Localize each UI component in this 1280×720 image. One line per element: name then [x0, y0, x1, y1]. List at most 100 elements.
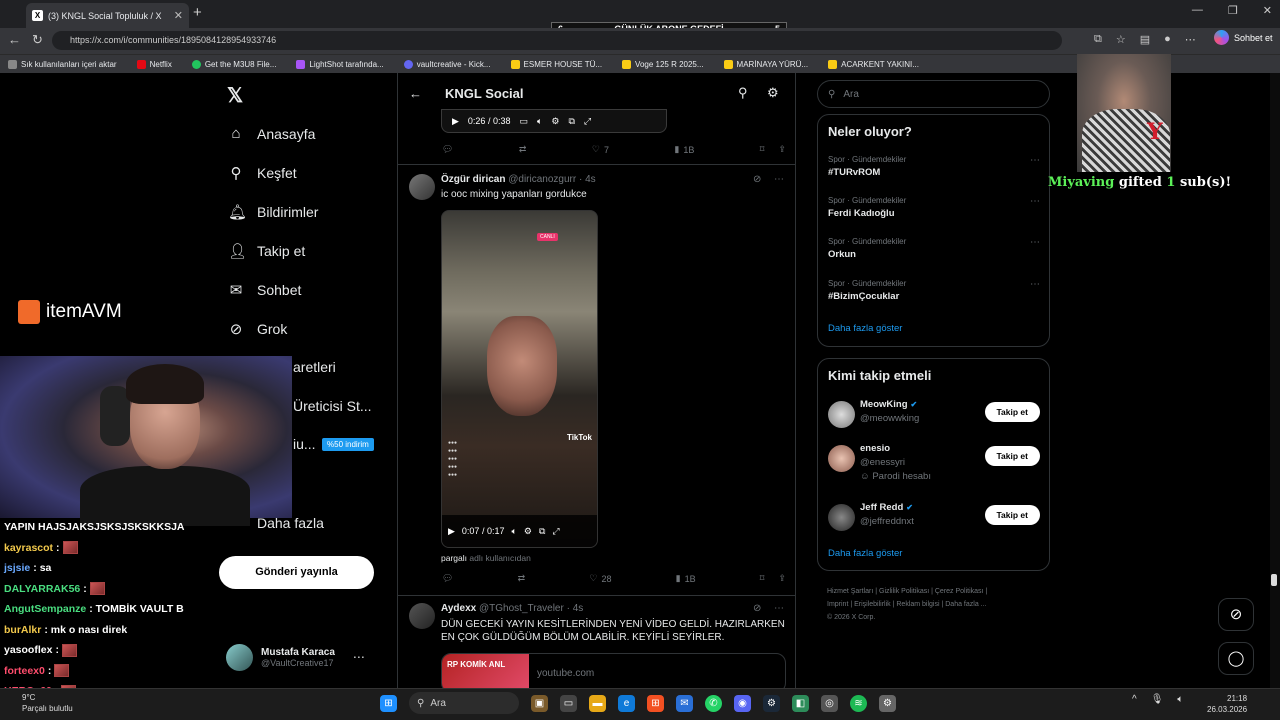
favorites-icon[interactable]: ☆ [1116, 33, 1126, 46]
more-icon[interactable]: ⋯ [1030, 237, 1040, 248]
volume-icon[interactable]: 🔈︎ [537, 116, 542, 127]
follow-suggestion[interactable]: MeowKing ✔ @meowwking Takip et [828, 399, 1040, 439]
more-icon[interactable]: ⋯ [1030, 155, 1040, 166]
discord-icon[interactable]: ◉ [734, 694, 751, 712]
back-icon[interactable]: ← [8, 32, 21, 47]
nav-premium[interactable]: iu... [293, 436, 316, 452]
grok-icon[interactable]: ⊘ [753, 603, 761, 614]
steam-icon[interactable]: ⚙ [763, 694, 780, 712]
avatar[interactable] [409, 174, 435, 200]
nav-explore[interactable]: ⚲ Keşfet [228, 164, 297, 182]
extensions-icon[interactable]: ⧉ [1094, 33, 1102, 46]
clock[interactable]: 21:18 26.03.2026 [1207, 693, 1247, 715]
footer-line[interactable]: Imprint | Erişilebilirlik | Reklam bilgi… [827, 598, 1047, 611]
trend-item[interactable]: Spor · Gündemdekiler Ferdi Kadıoğlu ⋯ [828, 196, 1040, 219]
maximize-icon[interactable]: ❐ [1228, 4, 1238, 17]
chat-username[interactable]: yasooflex [4, 640, 52, 661]
nav-home[interactable]: ⌂ Anasayfa [228, 125, 315, 142]
more-icon[interactable]: ⋯ [353, 650, 365, 664]
author-handle[interactable]: @diricanozgurr [508, 174, 576, 185]
more-icon[interactable]: ⋯ [1030, 279, 1040, 290]
link-card[interactable]: RP KOMİK ANL youtube.com [441, 653, 786, 688]
minimize-icon[interactable]: — [1192, 4, 1203, 17]
trend-item[interactable]: Spor · Gündemdekiler Orkun ⋯ [828, 237, 1040, 260]
follow-button[interactable]: Takip et [984, 505, 1040, 525]
bookmark-item[interactable]: Netflix [136, 59, 172, 69]
reload-icon[interactable]: ↻ [32, 32, 43, 48]
grok-button[interactable]: ⊘ [1218, 598, 1254, 631]
show-more-link[interactable]: Daha fazla göster [828, 548, 902, 559]
bookmark-icon[interactable]: ⌑ [760, 144, 765, 155]
close-window-icon[interactable]: ✕ [1263, 4, 1272, 17]
settings-icon[interactable]: ⚙ [767, 85, 779, 101]
captions-icon[interactable]: ▭ [519, 116, 528, 127]
follow-suggestion[interactable]: Jeff Redd ✔ @jeffreddnxt Takip et [828, 502, 1040, 542]
search-icon[interactable]: ⚲ [738, 85, 748, 101]
chat-username[interactable]: jsjsie [4, 558, 30, 579]
spotify-icon[interactable]: ≋ [850, 694, 867, 712]
back-arrow-icon[interactable]: ← [409, 86, 422, 101]
more-icon[interactable]: ⋯ [774, 174, 784, 185]
footer-line[interactable]: Hizmet Şartları | Gizlilik Politikası | … [827, 585, 1047, 598]
grok-icon[interactable]: ⊘ [753, 174, 761, 185]
app-icon[interactable]: ◧ [792, 694, 809, 712]
reply-icon[interactable]: 💬︎ [442, 144, 453, 155]
collections-icon[interactable]: ▤ [1140, 33, 1150, 46]
file-explorer-icon[interactable]: ▬ [589, 694, 606, 712]
edge-icon[interactable]: e [618, 694, 635, 712]
taskbar-search[interactable]: ⚲ Ara [409, 692, 519, 714]
url-field[interactable]: https://x.com/i/communities/189508412895… [52, 31, 1062, 50]
chat-username[interactable]: AngutSempanze [4, 599, 86, 620]
fullscreen-icon[interactable]: ⤢ [552, 526, 559, 537]
author-name[interactable]: Aydexx [441, 603, 476, 614]
avatar[interactable] [409, 603, 435, 629]
settings-icon[interactable]: ⚙ [524, 526, 532, 537]
settings-icon[interactable]: ⚙ [879, 694, 896, 712]
scrollbar[interactable] [1270, 73, 1280, 688]
close-tab-icon[interactable]: ✕ [174, 9, 183, 22]
chat-username[interactable]: forteex0 [4, 661, 45, 682]
bookmark-item[interactable]: ACARKENT YAKINI... [828, 59, 919, 69]
share-icon[interactable]: ⇪ [778, 573, 786, 584]
chevron-up-icon[interactable]: ^ [1132, 694, 1137, 705]
bookmark-item[interactable]: Sık kullanılanları içeri aktar [8, 59, 117, 69]
follow-button[interactable]: Takip et [984, 446, 1040, 466]
show-more-link[interactable]: Daha fazla göster [828, 323, 902, 334]
more-icon[interactable]: ⋯ [1030, 196, 1040, 207]
widgets-icon[interactable]: ▣ [531, 694, 548, 712]
author-name[interactable]: Özgür dirican [441, 174, 505, 185]
attribution-user[interactable]: pargalı [441, 553, 467, 563]
search-input[interactable]: ⚲ Ara [817, 80, 1050, 108]
account-switcher[interactable]: Mustafa Karaca @VaultCreative17 ⋯ [226, 640, 386, 674]
post-button[interactable]: Gönderi yayınla [219, 556, 374, 589]
browser-tab[interactable]: X (3) KNGL Social Topluluk / X ✕ [26, 3, 189, 28]
copilot-button[interactable]: Sohbet et [1214, 30, 1273, 45]
whatsapp-icon[interactable]: ✆ [705, 694, 722, 712]
repost-icon[interactable]: ⇄ [519, 144, 527, 155]
views-button[interactable]: ▮ 1B [674, 144, 694, 155]
trend-item[interactable]: Spor · Gündemdekiler #TURvROM ⋯ [828, 155, 1040, 178]
nav-creator-studio[interactable]: Üreticisi St... [293, 398, 372, 414]
follow-suggestion[interactable]: enesio @enessyri ☺ Parodi hesabı Takip e… [828, 443, 1040, 483]
bookmark-item[interactable]: MARİNAYA YÜRÜ... [723, 59, 808, 69]
store-icon[interactable]: ⊞ [647, 694, 664, 712]
volume-icon[interactable]: 🔈︎ [511, 526, 516, 537]
bookmark-item[interactable]: ESMER HOUSE TÜ... [510, 59, 602, 69]
nav-bookmarks[interactable]: aretleri [293, 359, 336, 375]
scrollbar-thumb[interactable] [1271, 574, 1277, 586]
play-icon[interactable]: ▶ [452, 116, 459, 127]
bookmark-item[interactable]: Get the M3U8 File... [191, 59, 276, 69]
chat-username[interactable]: burAlkr [4, 620, 41, 641]
more-icon[interactable]: ⋯ [774, 603, 784, 614]
nav-chat[interactable]: ✉ Sohbet [228, 281, 302, 299]
chat-username[interactable]: kayrascot [4, 538, 53, 559]
nav-grok[interactable]: ⊘ Grok [228, 320, 288, 338]
profile-icon[interactable]: ● [1164, 33, 1171, 46]
settings-icon[interactable]: ⚙ [551, 116, 559, 127]
like-button[interactable]: ♡ 7 [592, 144, 609, 155]
fullscreen-icon[interactable]: ⤢ [584, 116, 591, 127]
bookmark-item[interactable]: vaultcreative - Kick... [403, 59, 491, 69]
pip-icon[interactable]: ⧉ [568, 116, 574, 127]
obs-icon[interactable]: ◎ [821, 694, 838, 712]
messages-button[interactable]: ◯ [1218, 642, 1254, 675]
